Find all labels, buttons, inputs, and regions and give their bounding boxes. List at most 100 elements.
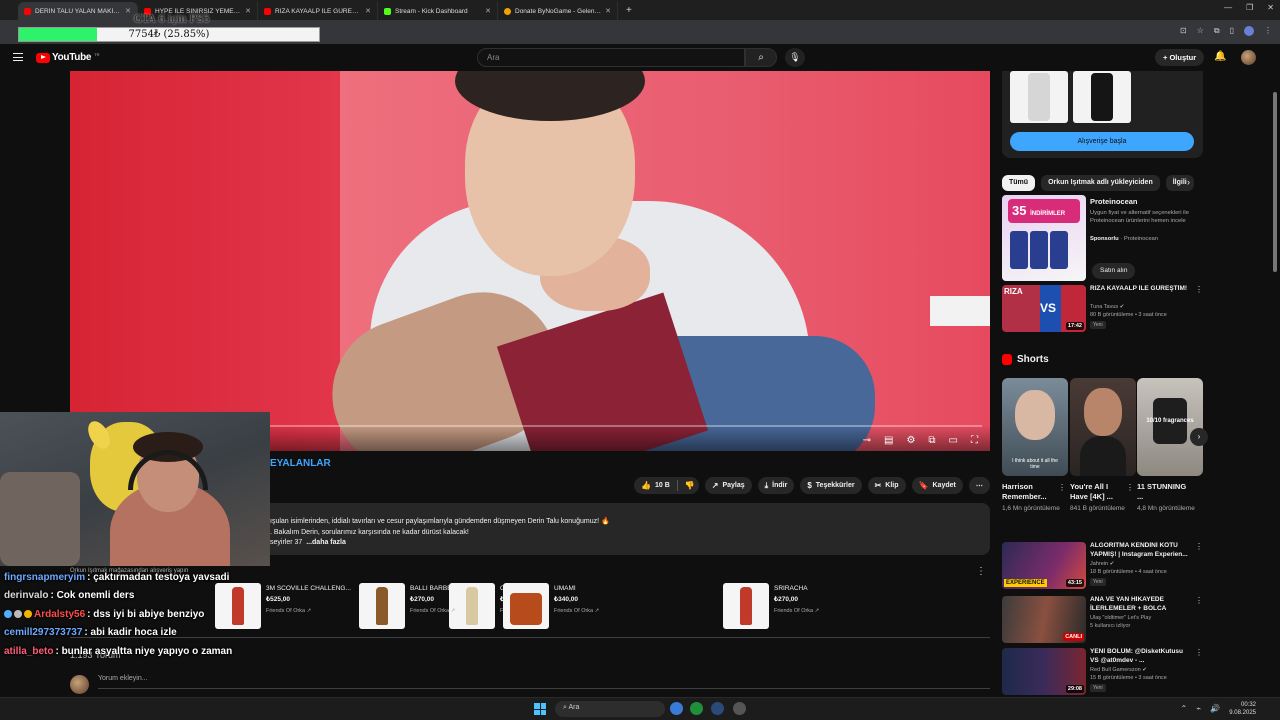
short-thumbnail: I think about it all the time xyxy=(1002,378,1068,476)
recommended-video[interactable]: RIZA VS 17:42 RIZA KAYAALP İLE GÜREŞTİM!… xyxy=(1002,285,1203,333)
shorts-title: Shorts xyxy=(1017,354,1049,365)
youtube-logo[interactable]: YouTube TR xyxy=(36,52,100,63)
notifications-bell-icon[interactable]: 🔔 xyxy=(1214,51,1226,62)
miniplayer-icon[interactable]: ⧉ xyxy=(928,435,935,446)
scissors-icon: ✂ xyxy=(874,481,882,490)
theater-mode-icon[interactable]: ▭ xyxy=(949,435,958,446)
autoplay-toggle-icon[interactable]: ⊸ xyxy=(863,435,871,446)
video-menu-dots-icon[interactable]: ⋮ xyxy=(1195,542,1203,551)
save-button[interactable]: 🔖 Kaydet xyxy=(911,477,963,494)
buy-now-button[interactable]: Satın alın xyxy=(1092,263,1136,279)
voice-search-button[interactable]: 🎙 xyxy=(785,48,805,67)
account-avatar[interactable] xyxy=(1241,50,1256,65)
product-card[interactable]: UMAMİ ₺340,00 Friends Of Orka ↗ xyxy=(503,583,639,629)
extensions-icon[interactable]: ⧉ xyxy=(1214,26,1220,36)
start-shopping-button[interactable]: Alışverişe başla xyxy=(1010,132,1194,151)
shorts-header: Shorts xyxy=(1002,354,1049,365)
bookmark-star-icon[interactable]: ☆ xyxy=(1197,26,1204,36)
product-card[interactable]: SRIRACHA ₺270,00 Friends Of Orka ↗ xyxy=(723,583,859,629)
like-icon[interactable]: 👍 xyxy=(641,481,651,490)
tab-kick[interactable]: Stream - Kick Dashboard ✕ xyxy=(378,2,498,20)
more-actions-button[interactable]: ⋯ xyxy=(968,477,990,494)
share-button[interactable]: ↗ Paylaş xyxy=(704,477,752,494)
like-count[interactable]: 10 B xyxy=(655,482,670,489)
short-item[interactable]: I think about it all the time Harrison R… xyxy=(1002,378,1068,513)
tab-derin-talu[interactable]: DERİN TALU YALAN MAKİNESİ ✕ xyxy=(18,2,138,20)
start-button[interactable] xyxy=(534,703,546,715)
store-more-icon[interactable]: ⋮ xyxy=(976,566,986,577)
system-clock[interactable]: 00:32 9.08.2025 xyxy=(1229,701,1256,717)
product-name: SRIRACHA xyxy=(774,585,808,592)
taskbar-search[interactable]: ⌕ Ara xyxy=(555,701,665,717)
chrome-app-icon[interactable] xyxy=(670,702,683,715)
ad-sponsor: Sponsorlu · Proteinocean xyxy=(1090,236,1158,242)
steam-app-icon[interactable] xyxy=(711,702,724,715)
subtitles-icon[interactable]: ▤ xyxy=(884,435,893,446)
maximize-icon[interactable]: ❐ xyxy=(1246,3,1253,12)
volume-icon[interactable]: 🔊 xyxy=(1210,704,1220,713)
shorts-next-button[interactable]: › xyxy=(1190,428,1208,446)
dislike-icon[interactable]: 👎 xyxy=(685,481,695,490)
thanks-button[interactable]: $ Teşekkürler xyxy=(800,477,862,494)
youtube-header: YouTube TR Ara ⌕ 🎙 + Oluştur 🔔 xyxy=(0,44,1280,71)
network-icon[interactable]: ⌁ xyxy=(1196,704,1201,713)
chat-username: atilla_beto xyxy=(4,645,54,657)
clip-button[interactable]: ✂ Klip xyxy=(867,477,906,494)
show-more-link[interactable]: ...daha fazla xyxy=(306,539,346,546)
close-window-icon[interactable]: ✕ xyxy=(1267,3,1274,12)
ad-thumbnail: 35 İNDİRİMLER xyxy=(1002,195,1086,281)
settings-gear-icon[interactable]: ⚙ xyxy=(906,435,915,446)
profile-avatar[interactable] xyxy=(1244,26,1254,36)
fullscreen-icon[interactable]: ⛶ xyxy=(971,435,978,446)
recommended-video[interactable]: CANLI ANA VE YAN HİKAYEDE İLERLEMELER + … xyxy=(1002,596,1203,644)
chat-text: : Cok onemli ders xyxy=(50,590,135,602)
product-thumb-pants[interactable] xyxy=(1073,71,1131,123)
video-menu-dots-icon[interactable]: ⋮ xyxy=(1195,596,1203,605)
tab-title: DERİN TALU YALAN MAKİNESİ xyxy=(35,7,122,15)
download-button[interactable]: ⤓ İndir xyxy=(757,477,795,494)
short-menu-dots-icon[interactable]: ⋮ xyxy=(1058,483,1066,492)
chips-next-icon[interactable]: › xyxy=(1187,177,1190,187)
recommended-video[interactable]: EXPERIENCE 43:15 ALGORITMA KENDİNİ KÖTÜ … xyxy=(1002,542,1203,590)
comment-input[interactable]: Yorum ekleyin... xyxy=(98,675,990,689)
video-player[interactable]: ⊸ ▤ ⚙ ⧉ ▭ ⛶ xyxy=(70,71,990,451)
create-button[interactable]: + Oluştur xyxy=(1155,49,1205,66)
short-menu-dots-icon[interactable]: ⋮ xyxy=(1126,483,1134,492)
channel-name: Ulaş "oldtimer" Let's Play xyxy=(1090,615,1152,621)
sidebar-icon[interactable]: ▯ xyxy=(1230,26,1234,36)
app-icon[interactable] xyxy=(733,702,746,715)
search-input[interactable]: Ara xyxy=(477,48,745,67)
install-icon[interactable]: ⊡ xyxy=(1180,26,1187,36)
close-tab-icon[interactable]: ✕ xyxy=(365,7,371,15)
menu-dots-icon[interactable]: ⋮ xyxy=(1264,26,1272,36)
short-overlay-text: 10/10 fragrances xyxy=(1146,418,1194,424)
short-item[interactable]: You're All I Have [4K] ... 841 B görüntü… xyxy=(1070,378,1136,513)
search-button[interactable]: ⌕ xyxy=(745,48,777,67)
sponsored-ad[interactable]: 35 İNDİRİMLER Proteinocean Uygun fiyat v… xyxy=(1002,195,1203,281)
chat-username: cemill297373737 xyxy=(4,627,83,639)
video-menu-dots-icon[interactable]: ⋮ xyxy=(1195,648,1203,657)
product-card[interactable]: BALLI BARBEKÜ ₺270,00 Friends Of Orka ↗ xyxy=(359,583,495,629)
close-tab-icon[interactable]: ✕ xyxy=(125,7,131,15)
close-tab-icon[interactable]: ✕ xyxy=(605,7,611,15)
video-description[interactable]: ışulan isimlerinden, iddialı tavırları v… xyxy=(270,503,990,555)
video-menu-dots-icon[interactable]: ⋮ xyxy=(1195,285,1203,294)
tab-riza[interactable]: RIZA KAYAALP İLE GÜREŞTİM! ✕ xyxy=(258,2,378,20)
video-title: YENİ BÖLÜM: @DisketKutusu VS @at0mdev - … xyxy=(1090,648,1184,664)
short-item[interactable]: 10/10 fragrances 11 STUNNING ... 4,8 Mn … xyxy=(1137,378,1203,513)
chip-from-uploader[interactable]: Orkun Işıtmak adlı yükleyiciden xyxy=(1041,175,1160,191)
xbox-app-icon[interactable] xyxy=(690,702,703,715)
chip-all[interactable]: Tümü xyxy=(1002,175,1036,191)
minimize-icon[interactable]: — xyxy=(1224,3,1232,12)
close-tab-icon[interactable]: ✕ xyxy=(485,7,491,15)
tray-chevron-icon[interactable]: ⌃ xyxy=(1181,704,1188,713)
video-thumbnail: RIZA VS 17:42 xyxy=(1002,285,1086,332)
page-scrollbar[interactable] xyxy=(1273,92,1277,272)
close-tab-icon[interactable]: ✕ xyxy=(245,7,251,15)
new-tab-button[interactable]: + xyxy=(618,2,640,20)
tab-donate[interactable]: Donate ByNoGame - Gelen/Giden ✕ xyxy=(498,2,618,20)
chat-message: cemill297373737 : abi kadir hoca izle xyxy=(4,624,304,643)
menu-icon[interactable] xyxy=(13,53,23,61)
recommended-video[interactable]: 29:08 YENİ BÖLÜM: @DisketKutusu VS @at0m… xyxy=(1002,648,1203,696)
product-thumb-sweatpants[interactable] xyxy=(1010,71,1068,123)
